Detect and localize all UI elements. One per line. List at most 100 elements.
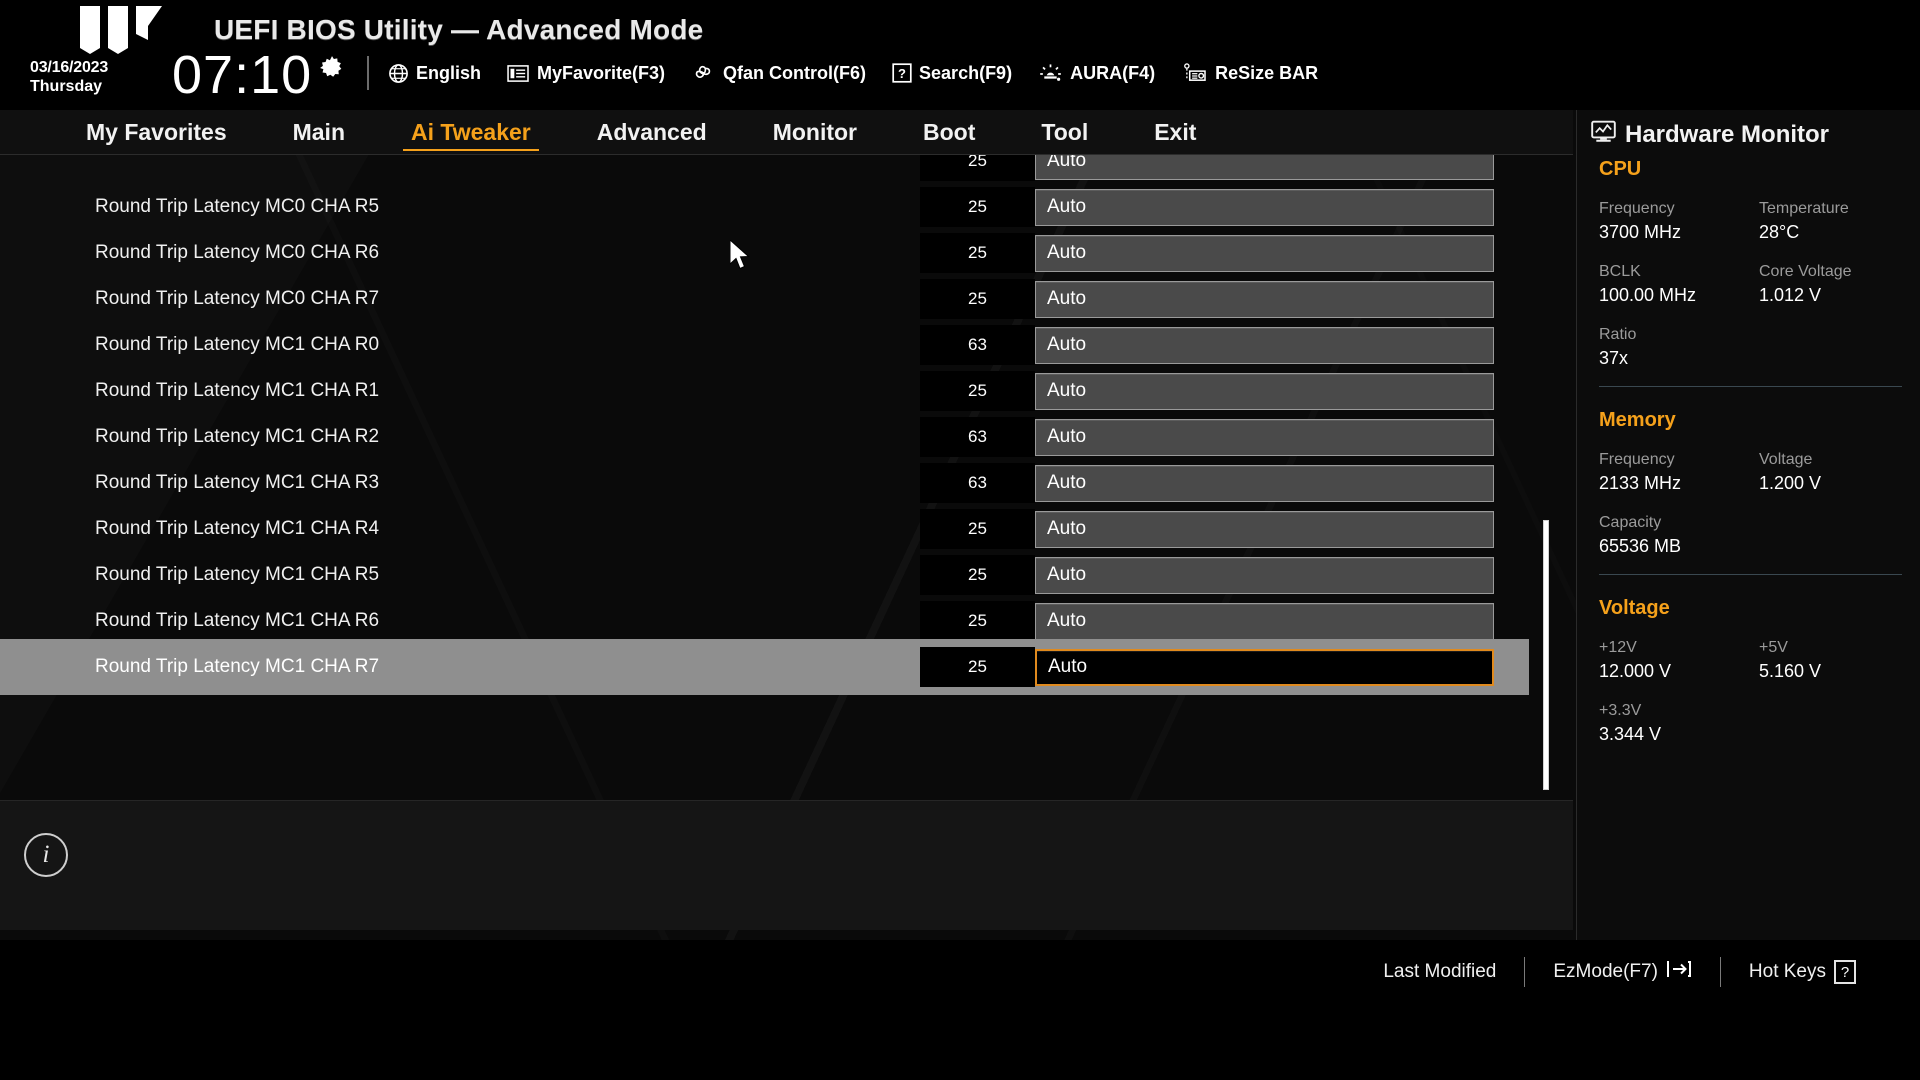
hardware-monitor-title-label: Hardware Monitor: [1625, 121, 1830, 148]
hwm-readout-key: +12V: [1599, 639, 1637, 656]
search-button[interactable]: ? Search(F9): [892, 63, 1012, 84]
hwm-readout-key: Frequency: [1599, 200, 1675, 217]
hwm-readout-row: BCLK 100.00 MHz Core Voltage 1.012 V: [1599, 260, 1902, 307]
exit-arrow-icon: [1666, 958, 1692, 986]
hwm-section-title: Voltage: [1599, 597, 1670, 619]
header-bar: UEFI BIOS Utility — Advanced Mode 03/16/…: [0, 0, 1920, 110]
hwm-readout-key: Frequency: [1599, 451, 1675, 468]
tab-exit[interactable]: Exit: [1144, 110, 1206, 155]
tab-boot[interactable]: Boot: [913, 110, 985, 155]
setting-current-number: 25: [920, 555, 1035, 595]
hwm-readout-value: 100.00 MHz: [1599, 285, 1697, 305]
setting-current-number: 25: [920, 601, 1035, 641]
hwm-readout-key: Voltage: [1759, 451, 1813, 468]
hot-keys-label: Hot Keys: [1748, 961, 1826, 982]
hwm-readout: Frequency 2133 MHz: [1599, 448, 1759, 495]
hwm-divider: [1599, 386, 1902, 387]
setting-value-field[interactable]: Auto: [1035, 510, 1494, 548]
hwm-readout-value: 1.012 V: [1759, 285, 1822, 305]
clock-display: 07:10: [172, 45, 313, 105]
setting-label: Round Trip Latency MC1 CHA R1: [95, 380, 380, 401]
setting-value-field[interactable]: Auto: [1035, 372, 1494, 410]
setting-value-field[interactable]: Auto: [1035, 648, 1494, 686]
hwm-section-title: CPU: [1599, 158, 1642, 180]
setting-value-field[interactable]: Auto: [1035, 234, 1494, 272]
header-divider: [367, 56, 369, 90]
language-button[interactable]: English: [388, 63, 481, 84]
hwm-readout: +5V 5.160 V: [1759, 636, 1919, 683]
ezmode-button[interactable]: EzMode(F7): [1525, 958, 1720, 986]
search-label: Search(F9): [919, 62, 1013, 83]
hwm-readout: +3.3V 3.344 V: [1599, 699, 1759, 746]
setting-label: Round Trip Latency MC1 CHA R7: [95, 656, 380, 677]
hwm-readout: Temperature 28°C: [1759, 197, 1919, 244]
setting-current-number: 25: [920, 647, 1035, 687]
aura-label: AURA(F4): [1070, 62, 1156, 83]
hwm-readout-value: 5.160 V: [1759, 661, 1822, 681]
setting-current-number: 25: [920, 233, 1035, 273]
hwm-readout: Frequency 3700 MHz: [1599, 197, 1759, 244]
setting-current-number: 25: [920, 155, 1035, 181]
tab-main[interactable]: Main: [283, 110, 355, 155]
setting-value-field[interactable]: Auto: [1035, 464, 1494, 502]
setting-label: Round Trip Latency MC1 CHA R2: [95, 426, 380, 447]
hwm-readout-value: 65536 MB: [1599, 536, 1682, 556]
hwm-readout-key: BCLK: [1599, 263, 1641, 280]
tab-ai-tweaker[interactable]: Ai Tweaker: [401, 110, 541, 155]
question-box-icon: ?: [892, 63, 912, 83]
hwm-divider: [1599, 574, 1902, 575]
aura-button[interactable]: AURA(F4): [1038, 63, 1155, 84]
myfavorite-button[interactable]: MyFavorite(F3): [507, 63, 665, 84]
qfan-control-label: Qfan Control(F6): [723, 62, 867, 83]
setting-current-number: 25: [920, 371, 1035, 411]
language-label: English: [416, 62, 482, 83]
setting-label: Round Trip Latency MC0 CHA R7: [95, 288, 380, 309]
hwm-section-title: Memory: [1599, 409, 1676, 431]
qfan-control-button[interactable]: Qfan Control(F6): [691, 63, 866, 84]
setting-value-field[interactable]: Auto: [1035, 280, 1494, 318]
hot-keys-button[interactable]: Hot Keys ?: [1721, 960, 1884, 984]
setting-value-field[interactable]: Auto: [1035, 418, 1494, 456]
gear-icon[interactable]: [318, 54, 346, 82]
resize-bar-icon: [1181, 62, 1208, 84]
hwm-readout: +12V 12.000 V: [1599, 636, 1759, 683]
monitor-graph-icon: [1591, 120, 1616, 150]
setting-current-number: 63: [920, 463, 1035, 503]
setting-value-field[interactable]: Auto: [1035, 155, 1494, 180]
tab-tool[interactable]: Tool: [1031, 110, 1098, 155]
hardware-monitor-title: Hardware Monitor: [1591, 120, 1829, 150]
myfavorite-label: MyFavorite(F3): [537, 62, 666, 83]
setting-current-number: 63: [920, 325, 1035, 365]
setting-label: Round Trip Latency MC1 CHA R0: [95, 334, 380, 355]
hwm-readout-key: +5V: [1759, 639, 1788, 656]
tab-monitor[interactable]: Monitor: [763, 110, 867, 155]
table-row[interactable]: Round Trip Latency MC1 CHA R7 25 Auto: [0, 639, 1529, 695]
date-display: 03/16/2023 Thursday: [30, 58, 162, 96]
settings-list: Round Trip Latency MC0 CHA R425AutoRound…: [0, 155, 1573, 800]
info-bar: i: [0, 800, 1573, 930]
favorites-list-icon: [507, 64, 530, 83]
last-modified-button[interactable]: Last Modified: [1355, 961, 1524, 983]
date-value: 03/16/2023: [30, 59, 109, 76]
resize-bar-button[interactable]: ReSize BAR: [1181, 63, 1318, 84]
setting-value-field[interactable]: Auto: [1035, 326, 1494, 364]
setting-value-field[interactable]: Auto: [1035, 602, 1494, 640]
setting-value-field[interactable]: Auto: [1035, 188, 1494, 226]
tab-advanced[interactable]: Advanced: [587, 110, 717, 155]
hwm-readout: Voltage 1.200 V: [1759, 448, 1919, 495]
setting-value-field[interactable]: Auto: [1035, 556, 1494, 594]
hwm-readout-key: Ratio: [1599, 326, 1637, 343]
hwm-readout: BCLK 100.00 MHz: [1599, 260, 1759, 307]
hwm-readout-row: Capacity 65536 MB: [1599, 511, 1902, 558]
bios-screen: UEFI BIOS Utility — Advanced Mode 03/16/…: [0, 0, 1920, 1080]
tab-my-favorites[interactable]: My Favorites: [76, 110, 237, 155]
aura-light-icon: [1038, 63, 1063, 84]
setting-current-number: 25: [920, 187, 1035, 227]
hwm-readout-key: Core Voltage: [1759, 263, 1852, 280]
weekday-value: Thursday: [30, 78, 103, 95]
header-tool-list: English MyFavorite(F3) Qfan Control(F6) …: [388, 56, 1318, 90]
hwm-readout-value: 28°C: [1759, 222, 1800, 242]
scrollbar-thumb[interactable]: [1543, 520, 1549, 790]
main-navigation: My Favorites Main Ai Tweaker Advanced Monito…: [0, 110, 1573, 155]
svg-text:?: ?: [898, 66, 906, 81]
